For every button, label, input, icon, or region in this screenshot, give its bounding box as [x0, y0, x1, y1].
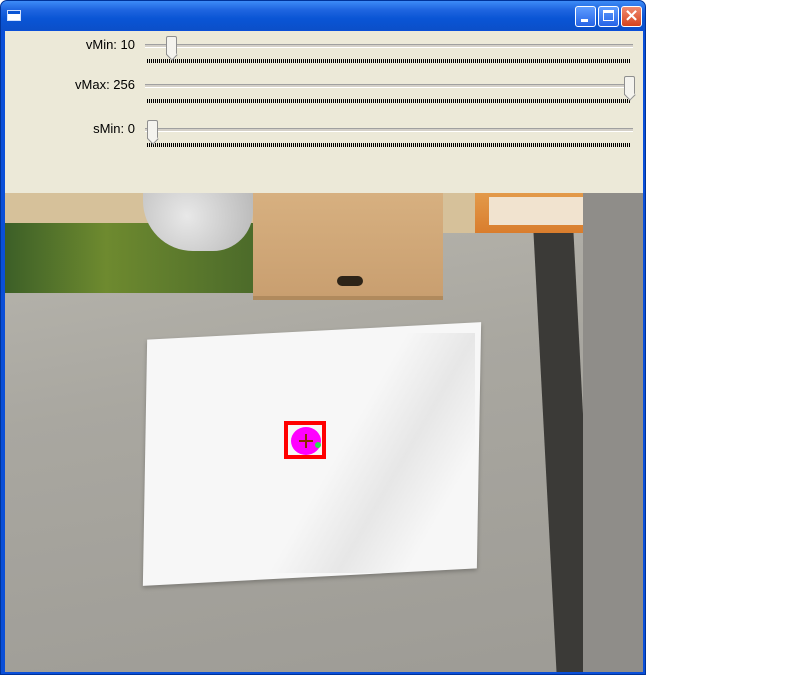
trackbar-thumb-vmin[interactable] — [165, 36, 177, 55]
trackbar-thumb-vmax[interactable] — [624, 76, 635, 95]
app-window: × vMin: 10 vMax: 256 sMin: 0 — [0, 0, 646, 675]
maximize-button[interactable] — [598, 6, 619, 27]
trackbar-label-smin: sMin: 0 — [93, 121, 135, 136]
camera-view[interactable] — [5, 193, 643, 672]
maximize-icon — [603, 10, 614, 21]
trackbar-ticks-vmax — [147, 99, 631, 103]
right-wall — [583, 193, 643, 672]
trackbar-track-vmin[interactable] — [145, 44, 633, 48]
trackbar-vmin: vMin: 10 — [5, 31, 643, 63]
trackbar-thumb-smin[interactable] — [147, 120, 158, 139]
window-icon[interactable] — [7, 10, 21, 21]
trackbar-label-vmin: vMin: 10 — [85, 37, 135, 52]
trackbar-track-smin[interactable] — [145, 128, 633, 132]
trackbar-label-vmax: vMax: 256 — [75, 77, 135, 92]
minimize-icon — [581, 19, 588, 22]
close-button[interactable]: × — [621, 5, 642, 27]
trackbar-track-vmax[interactable] — [145, 84, 633, 88]
close-icon: × — [623, 5, 640, 26]
cardboard-handle-hole — [337, 276, 363, 286]
trackbar-ticks-smin — [147, 143, 631, 147]
tracking-box — [284, 421, 326, 459]
client-area: vMin: 10 vMax: 256 sMin: 0 — [5, 31, 643, 672]
trackbar-smin: sMin: 0 — [5, 115, 643, 147]
minimize-button[interactable] — [575, 6, 596, 27]
trackbar-ticks-vmin — [147, 59, 631, 63]
title-bar[interactable]: × — [1, 1, 645, 30]
orange-box-label — [489, 197, 587, 225]
trackbar-vmax: vMax: 256 — [5, 71, 643, 103]
